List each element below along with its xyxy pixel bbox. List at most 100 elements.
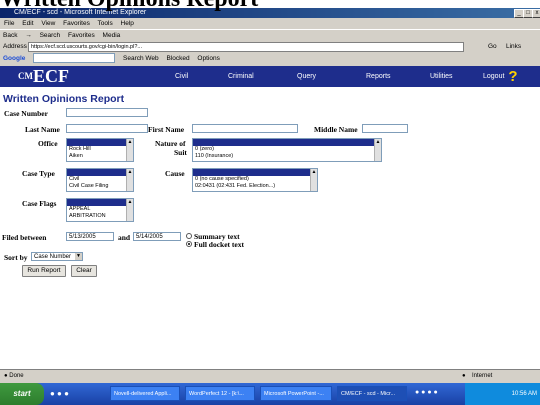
clear-button[interactable]: Clear <box>71 265 97 277</box>
office-option[interactable]: Aiken <box>67 153 133 160</box>
favorites-button[interactable]: Favorites <box>68 32 95 39</box>
case-type-listbox[interactable]: Civil Civil Case Filing ▲ <box>66 168 134 192</box>
forward-button[interactable]: → <box>25 32 32 39</box>
nav-logout[interactable]: Logout <box>483 66 504 87</box>
quicklaunch-icons[interactable]: ● ● ● <box>50 389 69 398</box>
cause-listbox[interactable]: 0 (no cause specified) 02:0431 (02:431 F… <box>192 168 318 192</box>
and-label: and <box>118 233 131 242</box>
case-flags-option[interactable]: ARBITRATION <box>67 213 133 220</box>
case-type-scrollbar[interactable]: ▲ <box>126 169 133 191</box>
cause-label: Cause <box>165 169 185 178</box>
menu-view[interactable]: View <box>41 20 55 27</box>
office-label: Office <box>38 139 58 148</box>
ecf-navbar <box>0 66 540 87</box>
toolbar: Back → Search Favorites Media <box>0 29 540 40</box>
address-label: Address <box>3 43 27 50</box>
menu-help[interactable]: Help <box>121 20 134 27</box>
last-name-input[interactable] <box>66 124 148 133</box>
close-button[interactable]: x <box>532 9 540 18</box>
ie-page-icon: ● <box>4 373 8 379</box>
case-type-option[interactable]: Civil Case Filing <box>67 183 133 190</box>
nature-option[interactable]: 110 (Insurance) <box>193 153 381 160</box>
clock[interactable]: 10:56 AM <box>512 391 537 397</box>
menu-tools[interactable]: Tools <box>98 20 113 27</box>
middle-name-input[interactable] <box>362 124 408 133</box>
report-heading: Written Opinions Report <box>3 93 125 105</box>
nav-civil[interactable]: Civil <box>175 66 188 87</box>
options-button[interactable]: Options <box>197 55 219 62</box>
task-cmecf[interactable]: CM/ECF - scd - Micr... <box>337 386 407 401</box>
nature-scrollbar[interactable]: ▲ <box>374 139 381 161</box>
nav-reports[interactable]: Reports <box>366 66 391 87</box>
go-button[interactable]: Go <box>488 41 497 52</box>
task-wordperfect[interactable]: WordPerfect 12 - [k:\... <box>185 386 255 401</box>
case-number-input[interactable] <box>66 108 148 117</box>
globe-icon: ● <box>462 373 466 379</box>
google-search-input[interactable] <box>33 53 116 64</box>
chevron-down-icon[interactable]: ▼ <box>75 253 82 260</box>
cause-option-blank[interactable] <box>193 169 317 176</box>
google-toolbar: Google Search Web Blocked Options <box>0 53 540 65</box>
first-name-label: First Name <box>148 125 185 134</box>
search-button[interactable]: Search <box>40 32 61 39</box>
address-input[interactable]: https://ecf.scd.uscourts.gov/cgi-bin/log… <box>28 42 464 52</box>
links-label[interactable]: Links <box>506 41 521 52</box>
nature-option[interactable]: 0 (zero) <box>193 146 381 153</box>
case-type-option[interactable]: Civil <box>67 176 133 183</box>
nav-criminal[interactable]: Criminal <box>228 66 254 87</box>
case-flags-label: Case Flags <box>22 199 57 208</box>
case-type-option-blank[interactable] <box>67 169 133 176</box>
case-number-label: Case Number <box>4 109 48 118</box>
case-flags-option-blank[interactable] <box>67 199 133 206</box>
status-zone: Internet <box>472 373 493 379</box>
status-done: Done <box>9 373 24 379</box>
search-web-button[interactable]: Search Web <box>123 55 159 62</box>
cause-option[interactable]: 02:0431 (02:431 Fed. Election...) <box>193 183 317 190</box>
filed-between-label: Filed between <box>2 233 47 242</box>
nature-of-suit-listbox[interactable]: 0 (zero) 110 (Insurance) ▲ <box>192 138 382 162</box>
full-docket-radio[interactable] <box>186 241 192 247</box>
sort-by-select[interactable]: Case Number ▼ <box>31 252 83 261</box>
address-bar: Address https://ecf.scd.uscourts.gov/cgi… <box>0 41 540 52</box>
middle-name-label: Middle Name <box>314 125 358 134</box>
task-novell[interactable]: Novell-delivered Appli... <box>110 386 180 401</box>
run-report-button[interactable]: Run Report <box>22 265 66 277</box>
ecf-logo: CMECF <box>18 66 69 86</box>
google-logo: Google <box>3 55 26 62</box>
menu-edit[interactable]: Edit <box>22 20 33 27</box>
case-type-label: Case Type <box>22 169 55 178</box>
nature-option-blank[interactable] <box>193 139 381 146</box>
nav-query[interactable]: Query <box>297 66 316 87</box>
office-scrollbar[interactable]: ▲ <box>126 139 133 161</box>
case-flags-listbox[interactable]: APPEAL ARBITRATION ▲ <box>66 198 134 222</box>
nav-utilities[interactable]: Utilities <box>430 66 453 87</box>
first-name-input[interactable] <box>192 124 298 133</box>
full-docket-label: Full docket text <box>194 240 244 249</box>
menu-file[interactable]: File <box>4 20 14 27</box>
cm-prefix: CM <box>18 71 33 81</box>
date-from-input[interactable]: 5/13/2005 <box>66 232 114 241</box>
date-to-input[interactable]: 5/14/2005 <box>133 232 181 241</box>
menu-favorites[interactable]: Favorites <box>63 20 90 27</box>
help-icon[interactable]: ? <box>505 68 521 85</box>
cause-scrollbar[interactable]: ▲ <box>310 169 317 191</box>
media-button[interactable]: Media <box>103 32 121 39</box>
popup-blocked-button[interactable]: Blocked <box>166 55 189 62</box>
last-name-label: Last Name <box>25 125 60 134</box>
summary-text-radio[interactable] <box>186 233 192 239</box>
tray-icons[interactable]: ● ● ● ● <box>415 389 438 396</box>
task-powerpoint[interactable]: Microsoft PowerPoint -... <box>260 386 332 401</box>
office-option[interactable]: Rock Hill <box>67 146 133 153</box>
case-flags-scrollbar[interactable]: ▲ <box>126 199 133 221</box>
page-title: Written Opinions Report <box>0 0 258 13</box>
status-bar: ● Done ● Internet <box>0 369 540 383</box>
cause-option[interactable]: 0 (no cause specified) <box>193 176 317 183</box>
back-button[interactable]: Back <box>3 32 17 39</box>
office-option-blank[interactable] <box>67 139 133 146</box>
sort-by-value: Case Number <box>34 254 72 260</box>
menu-bar: File Edit View Favorites Tools Help <box>0 19 540 28</box>
office-listbox[interactable]: Rock Hill Aiken ▲ <box>66 138 134 162</box>
start-button[interactable]: start <box>0 383 44 405</box>
case-flags-option[interactable]: APPEAL <box>67 206 133 213</box>
nature-of-suit-label-2: Suit <box>174 148 187 157</box>
